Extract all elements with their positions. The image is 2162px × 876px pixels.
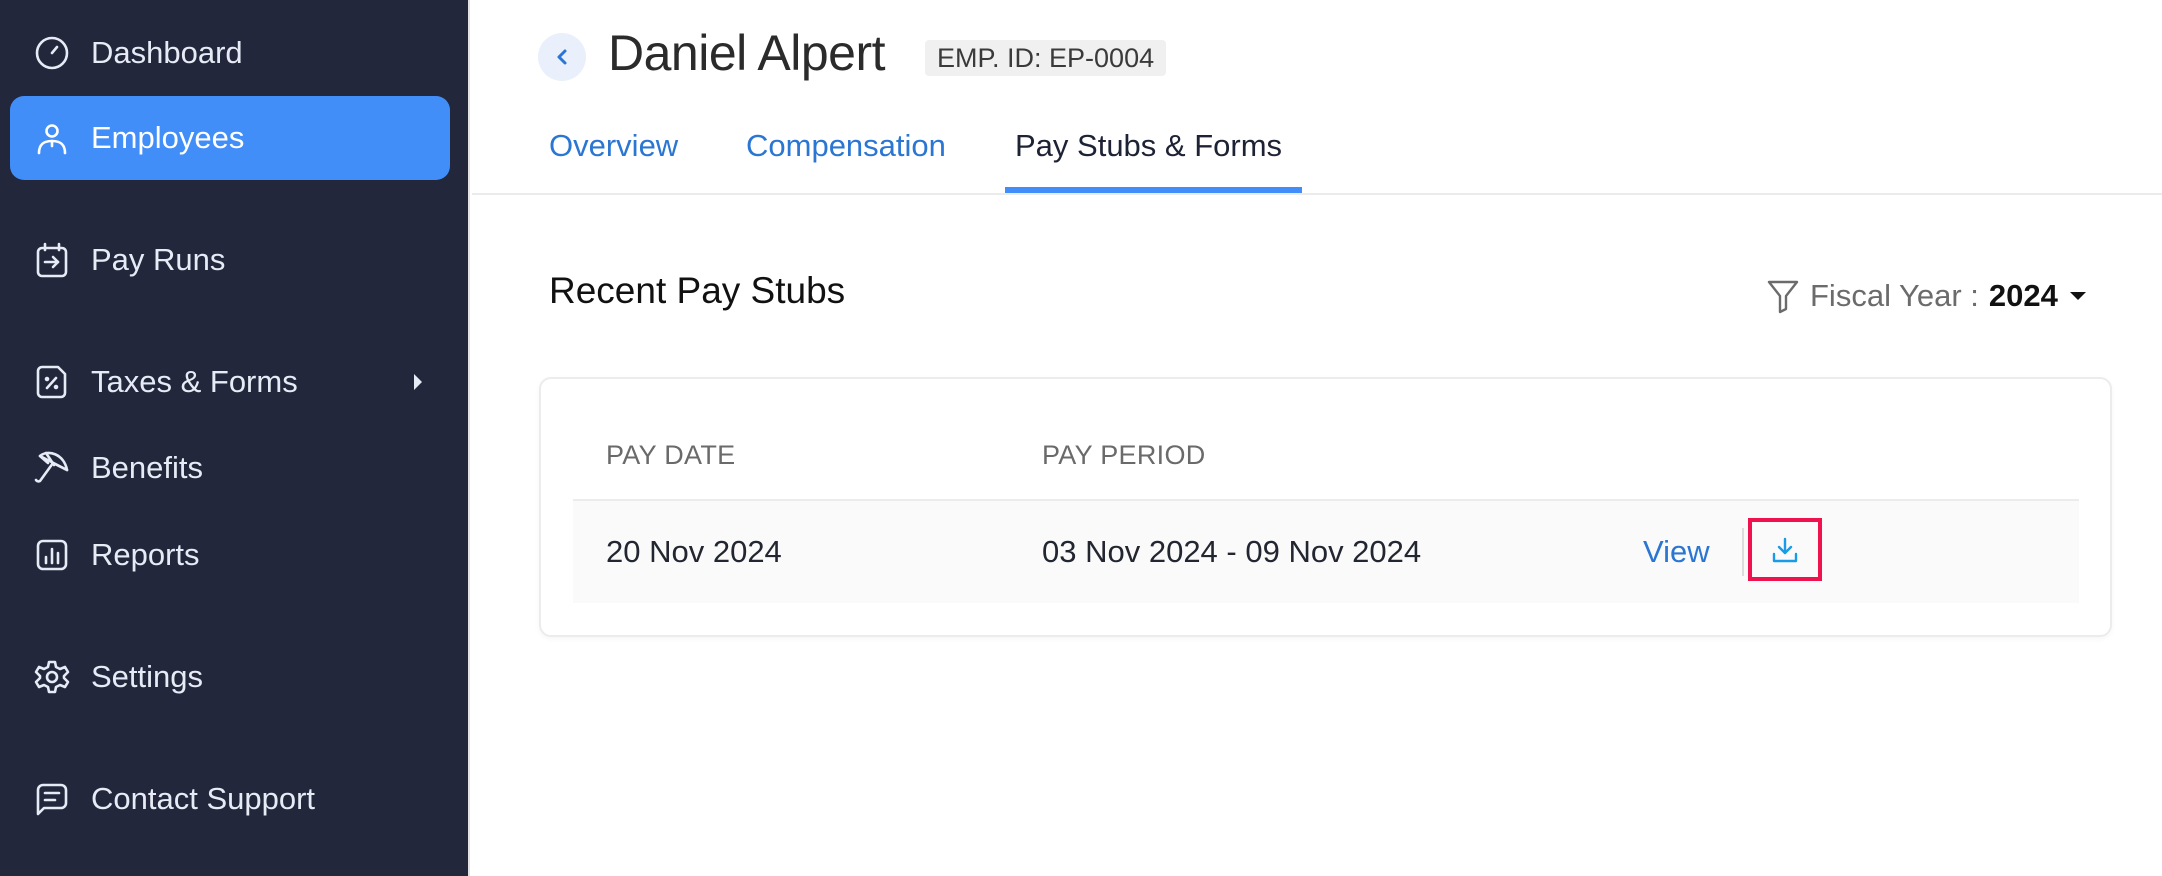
sidebar-item-contact-support[interactable]: Contact Support: [10, 757, 450, 841]
tab-pay-stubs-forms[interactable]: Pay Stubs & Forms: [1015, 128, 1282, 164]
calendar-arrow-icon: [34, 242, 70, 278]
user-icon: [34, 120, 70, 156]
chevron-left-icon: [557, 49, 567, 65]
sidebar-item-label: Employees: [91, 120, 245, 155]
sidebar: Dashboard Employees Pay Runs Taxes & For…: [0, 0, 470, 876]
column-header-pay-period: PAY PERIOD: [1042, 440, 1206, 470]
back-button[interactable]: [538, 33, 586, 81]
pay-date-cell: 20 Nov 2024: [606, 534, 782, 569]
download-icon: [1772, 537, 1798, 562]
percent-document-icon: [34, 364, 70, 400]
section-title: Recent Pay Stubs: [549, 270, 846, 311]
dashboard-gauge-icon: [34, 35, 70, 71]
tab-overview[interactable]: Overview: [549, 128, 678, 164]
sidebar-item-label: Dashboard: [91, 35, 243, 70]
sidebar-item-label: Pay Runs: [91, 242, 226, 277]
fiscal-year-filter[interactable]: Fiscal Year : 2024: [1766, 276, 2086, 316]
sidebar-item-benefits[interactable]: Benefits: [10, 426, 450, 510]
filter-funnel-icon: [1767, 280, 1799, 314]
action-divider: [1742, 528, 1744, 576]
sidebar-item-label: Taxes & Forms: [91, 364, 298, 399]
sidebar-item-taxes-forms[interactable]: Taxes & Forms: [10, 340, 450, 424]
sidebar-item-employees[interactable]: Employees: [10, 96, 450, 180]
gear-icon: [34, 659, 70, 695]
tab-compensation[interactable]: Compensation: [746, 128, 946, 164]
view-link[interactable]: View: [1643, 534, 1710, 570]
active-tab-indicator: [1005, 187, 1302, 193]
sidebar-item-label: Reports: [91, 537, 200, 572]
sidebar-item-label: Contact Support: [91, 781, 316, 816]
sidebar-item-label: Settings: [91, 659, 204, 694]
chat-icon: [34, 781, 70, 817]
bar-chart-icon: [34, 537, 70, 573]
column-header-pay-date: PAY DATE: [606, 440, 736, 470]
pay-period-cell: 03 Nov 2024 - 09 Nov 2024: [1042, 534, 1422, 569]
sidebar-item-dashboard[interactable]: Dashboard: [10, 11, 450, 95]
umbrella-icon: [34, 450, 70, 486]
employee-name: Daniel Alpert: [608, 25, 886, 81]
sidebar-item-pay-runs[interactable]: Pay Runs: [10, 218, 450, 302]
download-button[interactable]: [1748, 518, 1822, 581]
sidebar-item-label: Benefits: [91, 450, 204, 485]
sidebar-item-reports[interactable]: Reports: [10, 513, 450, 597]
sidebar-item-settings[interactable]: Settings: [10, 635, 450, 719]
employee-id-badge: EMP. ID: EP-0004: [925, 40, 1167, 76]
caret-right-icon: [414, 374, 422, 390]
fiscal-year-value: 2024: [1988, 278, 2058, 313]
caret-down-icon: [2069, 292, 2086, 300]
fiscal-year-label: Fiscal Year :: [1810, 278, 1979, 313]
